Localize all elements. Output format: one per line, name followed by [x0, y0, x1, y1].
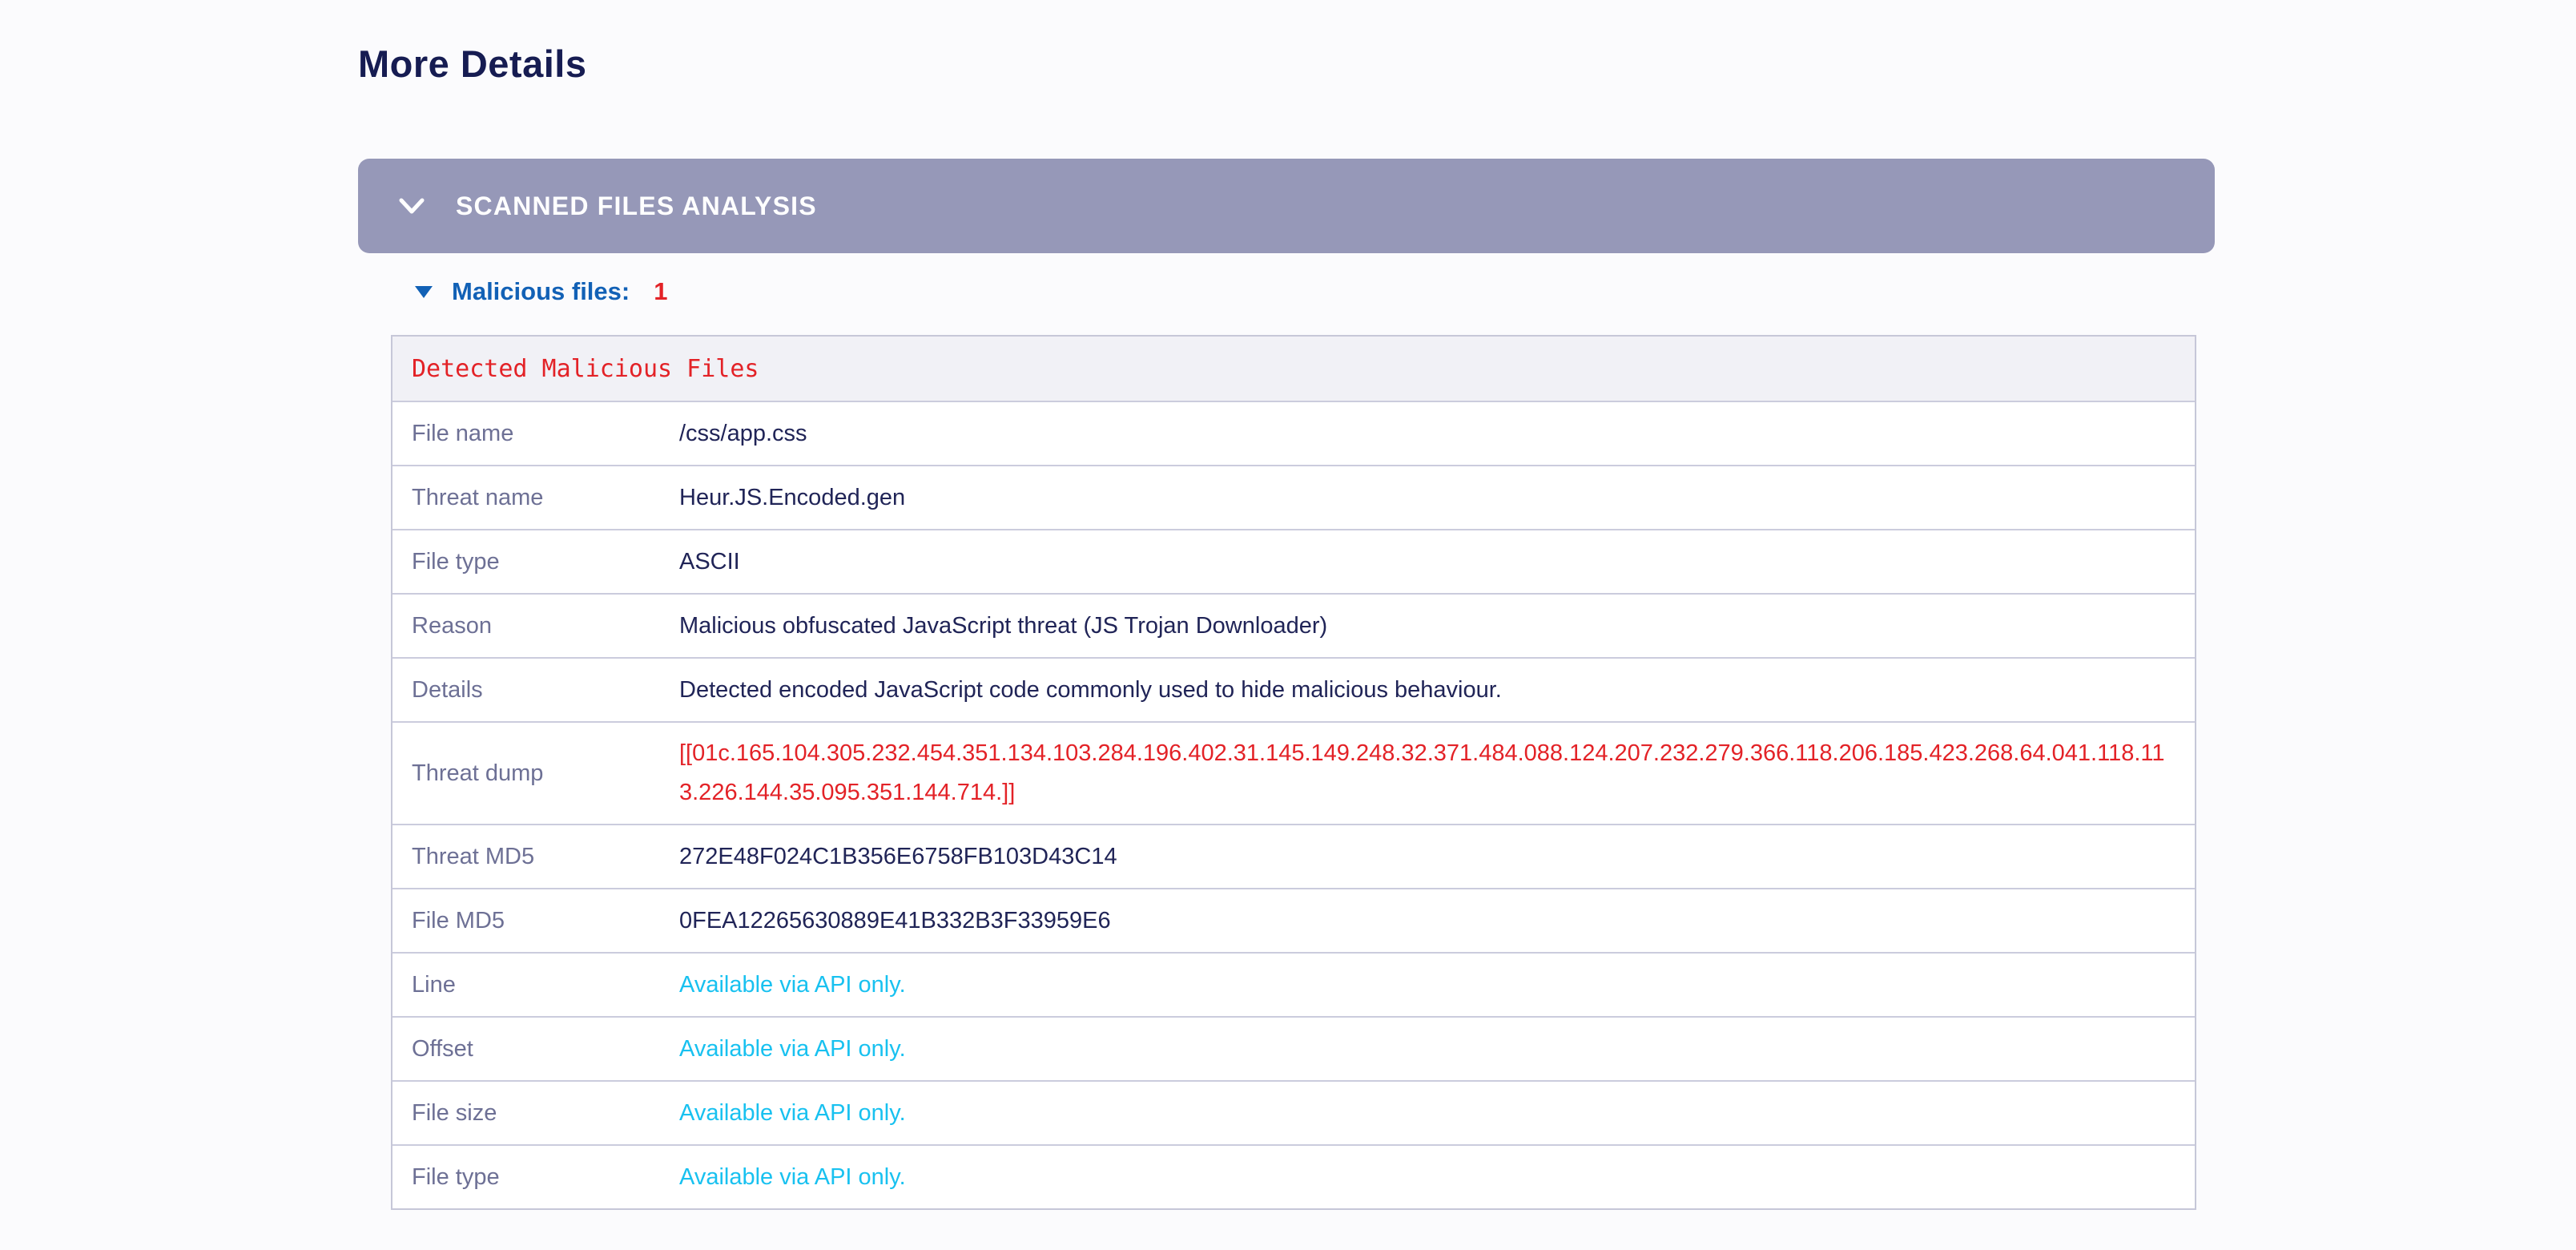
table-body: File name/css/app.cssThreat nameHeur.JS.… — [392, 401, 2195, 1208]
section-title: SCANNED FILES ANALYSIS — [456, 192, 817, 221]
row-label: File type — [392, 549, 679, 575]
row-value: [[01c.165.104.305.232.454.351.134.103.28… — [679, 734, 2195, 812]
row-label: File MD5 — [392, 908, 679, 934]
row-label: Threat name — [392, 485, 679, 511]
row-label: Details — [392, 677, 679, 704]
triangle-down-icon — [415, 286, 433, 298]
malicious-files-count: 1 — [654, 277, 667, 306]
table-row: OffsetAvailable via API only. — [392, 1016, 2195, 1080]
row-value: 0FEA12265630889E41B332B3F33959E6 — [679, 908, 2195, 934]
chevron-down-icon — [398, 196, 425, 216]
row-value: Malicious obfuscated JavaScript threat (… — [679, 613, 2195, 639]
row-value-api-link[interactable]: Available via API only. — [679, 1036, 2195, 1062]
row-value: ASCII — [679, 549, 2195, 575]
table-row: File typeAvailable via API only. — [392, 1144, 2195, 1208]
table-row: DetailsDetected encoded JavaScript code … — [392, 657, 2195, 721]
malicious-files-label: Malicious files: — [452, 277, 630, 306]
row-label: File type — [392, 1164, 679, 1191]
row-label: File name — [392, 421, 679, 447]
malicious-files-toggle[interactable]: Malicious files: 1 — [415, 277, 2216, 306]
section-header-scanned-files[interactable]: SCANNED FILES ANALYSIS — [358, 159, 2215, 253]
table-row: Threat MD5272E48F024C1B356E6758FB103D43C… — [392, 824, 2195, 888]
row-label: Line — [392, 972, 679, 998]
row-value: 272E48F024C1B356E6758FB103D43C14 — [679, 844, 2195, 870]
row-label: Threat dump — [392, 760, 679, 787]
table-row: File typeASCII — [392, 529, 2195, 593]
malicious-file-table: Detected Malicious Files File name/css/a… — [391, 335, 2196, 1210]
row-label: Reason — [392, 613, 679, 639]
row-label: File size — [392, 1100, 679, 1127]
table-row: Threat nameHeur.JS.Encoded.gen — [392, 465, 2195, 529]
row-value: /css/app.css — [679, 421, 2195, 447]
row-value: Detected encoded JavaScript code commonl… — [679, 677, 2195, 704]
row-value: Heur.JS.Encoded.gen — [679, 485, 2195, 511]
table-row: File MD50FEA12265630889E41B332B3F33959E6 — [392, 888, 2195, 952]
table-row: ReasonMalicious obfuscated JavaScript th… — [392, 593, 2195, 657]
row-value-api-link[interactable]: Available via API only. — [679, 1164, 2195, 1191]
table-row: Threat dump[[01c.165.104.305.232.454.351… — [392, 721, 2195, 824]
page-title: More Details — [358, 42, 2216, 86]
table-row: LineAvailable via API only. — [392, 952, 2195, 1016]
row-label: Offset — [392, 1036, 679, 1062]
table-row: File sizeAvailable via API only. — [392, 1080, 2195, 1144]
table-header: Detected Malicious Files — [392, 337, 2195, 401]
row-value-api-link[interactable]: Available via API only. — [679, 1100, 2195, 1127]
row-value-api-link[interactable]: Available via API only. — [679, 972, 2195, 998]
details-page: More Details SCANNED FILES ANALYSIS Mali… — [358, 0, 2216, 1210]
table-row: File name/css/app.css — [392, 401, 2195, 465]
row-label: Threat MD5 — [392, 844, 679, 870]
